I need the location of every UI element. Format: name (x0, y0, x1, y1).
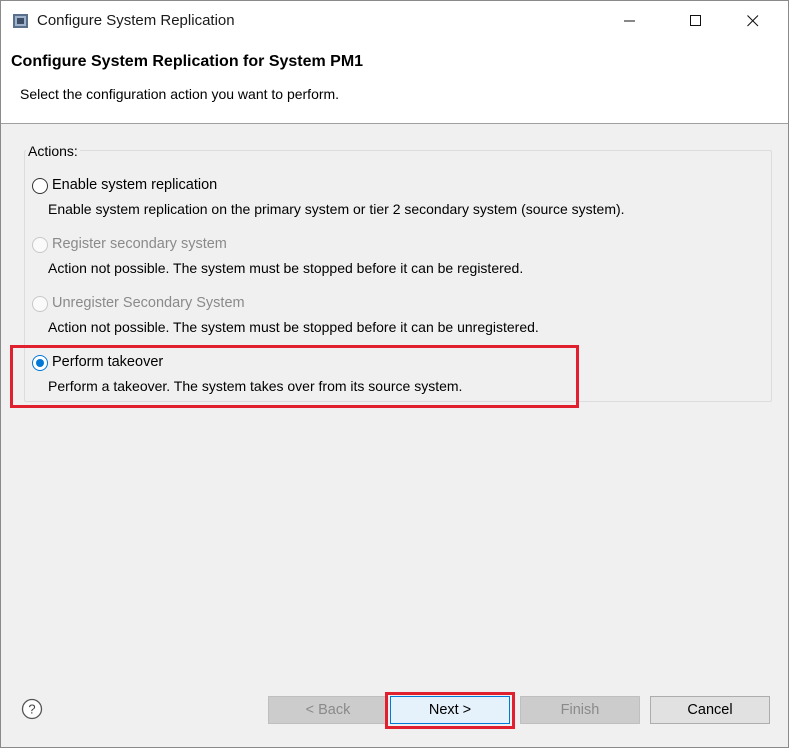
takeover-highlight-box (10, 345, 579, 408)
dialog-header: Configure System Replication for System … (1, 42, 788, 124)
minimize-button[interactable] (607, 1, 653, 42)
next-highlight-box (385, 692, 515, 729)
title-bar: Configure System Replication (1, 1, 788, 42)
close-button[interactable] (730, 1, 776, 42)
maximize-button[interactable] (673, 1, 719, 42)
option-label: Register secondary system (52, 236, 227, 252)
back-button: < Back (268, 696, 388, 724)
option-description: Enable system replication on the primary… (48, 201, 625, 217)
option-label[interactable]: Enable system replication (52, 177, 217, 193)
page-description: Select the configuration action you want… (20, 86, 340, 102)
option-description: Action not possible. The system must be … (48, 260, 524, 276)
maximize-icon (690, 15, 701, 26)
cancel-button[interactable]: Cancel (650, 696, 770, 724)
page-title: Configure System Replication for System … (11, 53, 364, 70)
enable-replication-radio[interactable] (32, 178, 48, 194)
register-secondary-radio (32, 237, 48, 253)
question-circle-icon[interactable]: ? (21, 698, 43, 720)
minimize-icon (624, 20, 635, 22)
configure-replication-dialog: Configure System Replication Configure S… (0, 0, 789, 748)
finish-button: Finish (520, 696, 640, 724)
option-label: Unregister Secondary System (52, 295, 245, 311)
app-icon (13, 14, 28, 28)
svg-text:?: ? (28, 702, 35, 717)
window-title: Configure System Replication (37, 12, 235, 29)
actions-group-label: Actions: (26, 143, 80, 159)
unregister-secondary-radio (32, 296, 48, 312)
option-description: Action not possible. The system must be … (48, 319, 539, 335)
close-icon (747, 15, 759, 27)
